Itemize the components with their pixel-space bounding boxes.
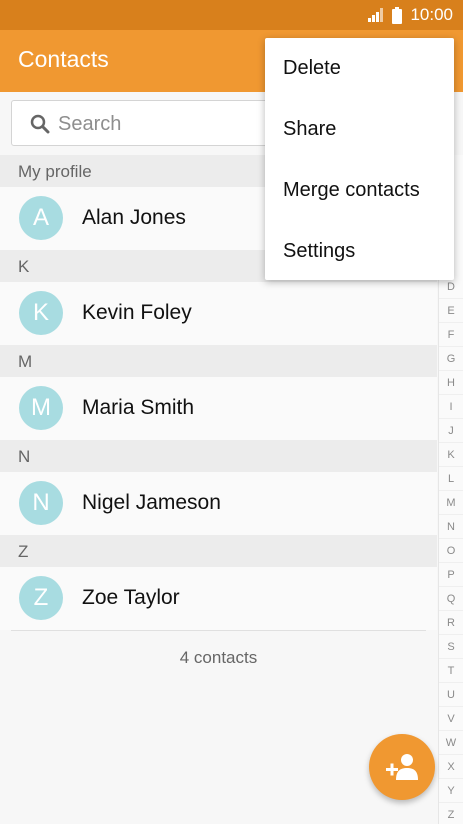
index-letter-m[interactable]: M xyxy=(439,491,463,515)
index-letter-q[interactable]: Q xyxy=(439,587,463,611)
avatar: M xyxy=(19,386,63,430)
menu-item-merge-contacts[interactable]: Merge contacts xyxy=(265,160,454,221)
index-letter-u[interactable]: U xyxy=(439,683,463,707)
index-letter-w[interactable]: W xyxy=(439,731,463,755)
index-letter-j[interactable]: J xyxy=(439,419,463,443)
index-letter-y[interactable]: Y xyxy=(439,779,463,803)
index-letter-z[interactable]: Z xyxy=(439,803,463,824)
section-header-n: N xyxy=(0,440,437,472)
contact-name: Maria Smith xyxy=(82,396,195,419)
index-letter-i[interactable]: I xyxy=(439,395,463,419)
index-letter-t[interactable]: T xyxy=(439,659,463,683)
signal-icon xyxy=(368,8,384,22)
add-contact-button[interactable] xyxy=(369,734,435,800)
index-letter-k[interactable]: K xyxy=(439,443,463,467)
battery-icon xyxy=(392,6,403,24)
contact-row[interactable]: K Kevin Foley xyxy=(0,282,437,345)
contact-name: Kevin Foley xyxy=(82,301,192,324)
avatar: Z xyxy=(19,576,63,620)
section-header-z: Z xyxy=(0,535,437,567)
menu-item-delete[interactable]: Delete xyxy=(265,38,454,99)
contact-row[interactable]: M Maria Smith xyxy=(0,377,437,440)
index-letter-h[interactable]: H xyxy=(439,371,463,395)
index-letter-x[interactable]: X xyxy=(439,755,463,779)
contact-row[interactable]: Z Zoe Taylor xyxy=(0,567,437,630)
avatar: K xyxy=(19,291,63,335)
index-letter-f[interactable]: F xyxy=(439,323,463,347)
status-time: 10:00 xyxy=(410,5,453,24)
overflow-menu: Delete Share Merge contacts Settings xyxy=(265,38,454,280)
contact-name: Zoe Taylor xyxy=(82,586,180,609)
status-bar: 10:00 xyxy=(0,0,463,30)
contact-row[interactable]: N Nigel Jameson xyxy=(0,472,437,535)
index-letter-n[interactable]: N xyxy=(439,515,463,539)
section-header-m: M xyxy=(0,345,437,377)
contact-count: 4 contacts xyxy=(179,648,258,667)
index-letter-p[interactable]: P xyxy=(439,563,463,587)
index-letter-v[interactable]: V xyxy=(439,707,463,731)
avatar: A xyxy=(19,196,63,240)
menu-item-share[interactable]: Share xyxy=(265,99,454,160)
index-letter-l[interactable]: L xyxy=(439,467,463,491)
search-placeholder: Search xyxy=(58,113,122,135)
status-icons: 10:00 xyxy=(368,0,453,30)
contact-name: Alan Jones xyxy=(82,206,186,229)
page-title: Contacts xyxy=(18,46,109,72)
index-letter-e[interactable]: E xyxy=(439,299,463,323)
menu-item-settings[interactable]: Settings xyxy=(265,221,454,282)
search-icon xyxy=(30,114,50,134)
list-divider xyxy=(11,630,426,631)
add-person-icon xyxy=(386,754,418,780)
search-input[interactable]: Search xyxy=(11,100,301,146)
index-letter-s[interactable]: S xyxy=(439,635,463,659)
index-letter-o[interactable]: O xyxy=(439,539,463,563)
index-letter-r[interactable]: R xyxy=(439,611,463,635)
index-letter-g[interactable]: G xyxy=(439,347,463,371)
avatar: N xyxy=(19,481,63,525)
contact-name: Nigel Jameson xyxy=(82,491,221,514)
